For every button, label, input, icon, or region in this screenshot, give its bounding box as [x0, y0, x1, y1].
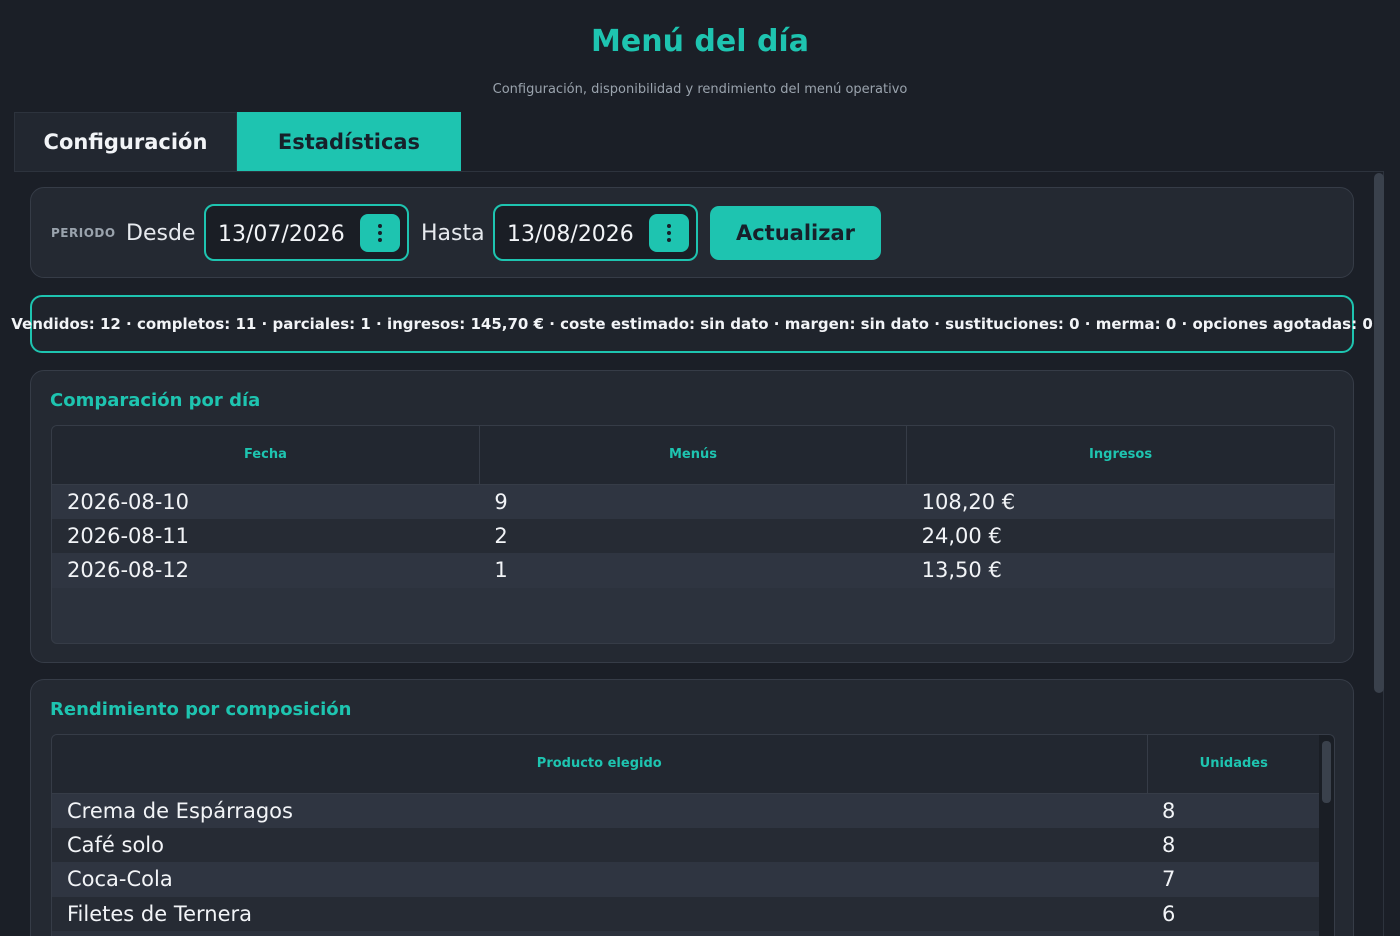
cell-producto: Café solo: [52, 827, 1147, 862]
cell-producto: Filetes de Ternera: [52, 896, 1147, 931]
column-header-ingresos[interactable]: Ingresos: [906, 426, 1334, 485]
column-header-menus[interactable]: Menús: [479, 426, 908, 485]
table-row: 2026-08-10 9 108,20 €: [52, 484, 1334, 519]
comparison-card: Comparación por día Fecha Menús Ingresos…: [30, 370, 1354, 663]
tab-configuracion[interactable]: Configuración: [14, 112, 237, 171]
table-row: 2026-08-12 1 13,50 €: [52, 553, 1334, 588]
table-row: Filetes de Ternera 6: [52, 896, 1320, 931]
page-title: Menú del día: [591, 24, 809, 59]
to-label: Hasta: [421, 221, 485, 246]
summary-banner: Vendidos: 12 · completos: 11 · parciales…: [11, 295, 1373, 353]
cell-unidades: 8: [1147, 827, 1320, 862]
comparison-title: Comparación por día: [50, 390, 261, 411]
page-subtitle: Configuración, disponibilidad y rendimie…: [492, 82, 908, 97]
column-header-producto[interactable]: Producto elegido: [52, 735, 1148, 794]
composition-table: Producto elegido Unidades Crema de Espár…: [51, 734, 1335, 936]
to-date-picker-icon[interactable]: [649, 214, 689, 252]
from-date-value: 13/07/2026: [218, 222, 345, 247]
table-row: 2026-08-11 2 24,00 €: [52, 518, 1334, 553]
column-header-unidades[interactable]: Unidades: [1147, 735, 1320, 794]
from-date-field[interactable]: 13/07/2026: [204, 204, 409, 261]
table-row: Crema de Espárragos 8: [52, 793, 1320, 828]
cell-menus: 9: [479, 484, 907, 519]
cell-menus: 1: [479, 553, 907, 588]
cell-producto: Crema de Espárragos: [52, 793, 1147, 828]
period-filter-card: PERIODO Desde 13/07/2026 Hasta 13/08/202…: [30, 187, 1354, 278]
composition-title: Rendimiento por composición: [50, 699, 352, 720]
tab-bar: Configuración Estadísticas: [14, 112, 461, 171]
table-row: Café solo 8: [52, 827, 1320, 862]
cell-ingresos: 108,20 €: [906, 484, 1334, 519]
page-scrollbar[interactable]: [1373, 173, 1385, 936]
cell-unidades: 6: [1147, 896, 1320, 931]
composition-scrollbar[interactable]: [1319, 735, 1334, 936]
cell-ingresos: 24,00 €: [906, 518, 1334, 553]
tab-estadisticas[interactable]: Estadísticas: [237, 112, 461, 171]
table-row: Coca-Cola 7: [52, 862, 1320, 897]
composition-scrollbar-thumb[interactable]: [1322, 741, 1331, 803]
update-button[interactable]: Actualizar: [710, 206, 881, 260]
composition-card: Rendimiento por composición Producto ele…: [30, 679, 1354, 936]
app-root: Menú del día Configuración, disponibilid…: [0, 0, 1400, 936]
cell-unidades: 7: [1147, 862, 1320, 897]
page-scrollbar-thumb[interactable]: [1374, 173, 1384, 693]
cell-producto: Coca-Cola: [52, 862, 1147, 897]
cell-ingresos: 13,50 €: [906, 553, 1334, 588]
to-date-value: 13/08/2026: [507, 222, 634, 247]
from-label: Desde: [126, 221, 196, 246]
cell-menus: 2: [479, 518, 907, 553]
cell-fecha: 2026-08-12: [52, 553, 480, 588]
cell-unidades: 8: [1147, 793, 1320, 828]
cell-fecha: 2026-08-10: [52, 484, 480, 519]
period-label: PERIODO: [51, 226, 116, 240]
to-date-field[interactable]: 13/08/2026: [493, 204, 698, 261]
from-date-picker-icon[interactable]: [360, 214, 400, 252]
column-header-fecha[interactable]: Fecha: [52, 426, 480, 485]
cell-fecha: 2026-08-11: [52, 518, 480, 553]
comparison-table: Fecha Menús Ingresos 2026-08-10 9 108,20…: [51, 425, 1335, 644]
